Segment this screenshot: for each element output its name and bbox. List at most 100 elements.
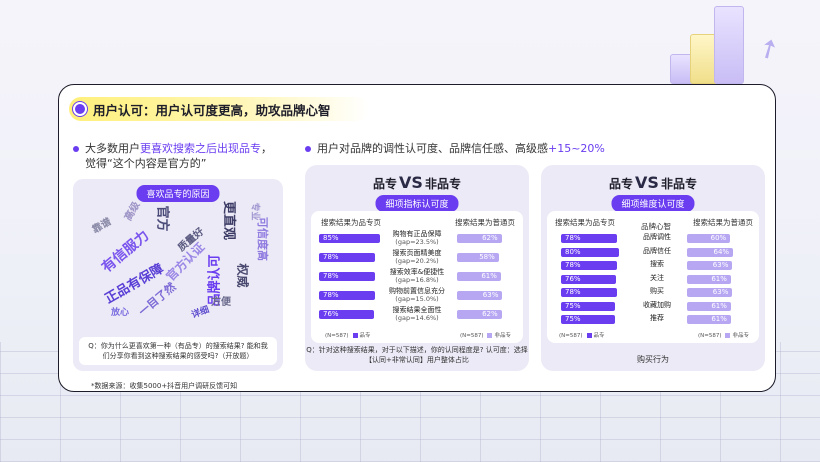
cloud-word: 权威 — [235, 263, 250, 288]
panel2-chart: 搜索结果为品专页 品牌心智 搜索结果为普通页 (N=587) 品专 (N=587)… — [547, 211, 759, 343]
cloud-question: Q：你为什么更喜欢第一种（有品专）的搜索结果? 能和我们分享你看到这种搜索结果的… — [79, 337, 277, 365]
legend-label: 非品专 — [494, 333, 511, 339]
comparison-panel-dimensions: 品专 VS 非品专 细项维度认可度 搜索结果为品专页 品牌心智 搜索结果为普通页 (… — [541, 165, 765, 371]
gap-label: (gap=14.6%) — [395, 314, 439, 322]
cloud-word: 方便 — [211, 297, 231, 308]
table-row: 75% 推荐 61% — [547, 312, 759, 327]
panel1-title: 品专 VS 非品专 — [305, 173, 529, 192]
normal-bar: 61% — [687, 274, 731, 284]
legend-n: (N=587) — [559, 333, 583, 339]
row-label: 关注 — [650, 273, 664, 282]
normal-bar: 60% — [687, 234, 731, 243]
legend-n: (N=587) — [459, 333, 484, 339]
row-label: 购物前置信息充分 (gap=15.0%) — [381, 287, 453, 303]
row-label: 品牌调性 — [643, 233, 671, 241]
right-bullet-highlight: +15~20% — [548, 142, 605, 155]
table-row: 78% 搜索页面精美度 (gap=20.2%) 58% — [311, 249, 523, 265]
section-heading: 用户认可：用户认可度更高，助攻品牌心智 — [69, 97, 369, 121]
row-label: 购买 — [650, 287, 664, 295]
brand-bar: 78% — [319, 253, 376, 262]
panel2-bottom-label: 购买行为 — [637, 355, 669, 364]
heading-text: 用户认可：用户认可度更高，助攻品牌心智 — [93, 102, 331, 118]
normal-bar: 61% — [687, 315, 731, 324]
word-cloud-panel: 喜欢品专的原因 有信服力 官方 正品有保障 官方认证 更直观 品牌认可 靠谱 一目了然 权威 高级… — [73, 179, 283, 371]
brand-bar: 80% — [561, 247, 619, 257]
normal-bar: 62% — [457, 234, 502, 243]
panel1-title-right: 非品专 — [424, 177, 461, 191]
row-label: 搜索 — [650, 260, 664, 268]
brand-bar: 78% — [561, 288, 618, 297]
legend-label: 品专 — [593, 333, 605, 339]
row-label: 搜索页面精美度 (gap=20.2%) — [381, 249, 453, 265]
normal-bar: 63% — [687, 261, 733, 270]
normal-bar: 61% — [687, 301, 731, 311]
brand-bar: 78% — [319, 272, 376, 281]
brand-bar: 78% — [561, 261, 618, 270]
table-row: 78% 购物前置信息充分 (gap=15.0%) 63% — [311, 287, 523, 303]
table-row: 78% 搜索效率&便捷性 (gap=16.8%) 61% — [311, 268, 523, 284]
normal-bar: 58% — [457, 253, 499, 262]
panel2-col-right: 搜索结果为普通页 — [693, 218, 753, 227]
left-bullet-highlight: 更喜欢搜索之后出现品专 — [140, 142, 261, 155]
legend-n: (N=587) — [325, 333, 349, 339]
panel2-col-left: 搜索结果为品专页 — [555, 218, 615, 227]
panel1-legend-right: (N=587) 非品专 — [460, 331, 511, 339]
row-label: 收藏加购 — [643, 300, 671, 309]
legend-label: 品专 — [359, 333, 371, 339]
normal-bar: 61% — [457, 272, 501, 281]
right-bullet: 用户对品牌的调性认可度、品牌信任感、高级感+15~20% — [305, 141, 765, 156]
right-bullet-pre: 用户对品牌的调性认可度、品牌信任感、高级感 — [317, 142, 548, 155]
panel1-sub-pill: 细项指标认可度 — [375, 195, 459, 212]
left-bullet-post: ， — [261, 142, 272, 155]
brand-bar: 75% — [561, 301, 615, 311]
panel2-legend-left: (N=587) 品专 — [559, 331, 605, 339]
cloud-word: 专业 — [249, 202, 260, 221]
panel2-vs: VS — [635, 173, 659, 192]
word-cloud: 有信服力 官方 正品有保障 官方认证 更直观 品牌认可 靠谱 一目了然 权威 高级 方便 可信度高 质量… — [91, 200, 269, 321]
data-source-note: *数据来源：收集5000+抖音用户调研反馈可知 — [91, 382, 238, 390]
panel1-title-left: 品专 — [373, 177, 398, 191]
brand-bar: 76% — [561, 274, 616, 284]
gap-label: (gap=23.5%) — [395, 238, 439, 246]
cloud-word: 放心 — [111, 308, 130, 318]
table-row: 85% 购物有正品保障 (gap=23.5%) 62% — [311, 230, 523, 246]
panel1-col-right: 搜索结果为普通页 — [455, 218, 515, 227]
brand-bar: 85% — [319, 234, 381, 243]
row-label: 搜索效率&便捷性 (gap=16.8%) — [381, 268, 453, 284]
cloud-word: 更直观 — [221, 200, 237, 241]
row-label: 购物有正品保障 (gap=23.5%) — [381, 230, 453, 246]
brand-bar: 78% — [561, 234, 618, 243]
panel1-vs: VS — [399, 173, 423, 192]
cloud-word: 可信度高 — [256, 217, 269, 261]
brand-bar: 76% — [319, 310, 374, 319]
legend-swatch — [487, 333, 493, 338]
left-bullet: 大多数用户更喜欢搜索之后出现品专， 觉得“这个内容是官方的” — [73, 141, 283, 171]
legend-swatch — [725, 333, 731, 338]
normal-bar: 63% — [457, 291, 503, 300]
normal-bar: 64% — [687, 247, 734, 257]
row-label: 品牌信任 — [643, 246, 671, 255]
cloud-word: 高级 — [122, 200, 143, 223]
normal-bar: 62% — [457, 310, 502, 319]
panel2-title-right: 非品专 — [660, 177, 697, 191]
panel1-legend-left: (N=587) 品专 — [325, 331, 371, 339]
bar-chart-decoration: ➚ — [670, 4, 786, 84]
gap-label: (gap=15.0%) — [395, 295, 439, 303]
panel1-footnote: Q：针对这种搜索结果，对于以下描述，你的认同程度是? 认可度：选择【认同+非常认… — [306, 346, 528, 364]
panel2-title: 品专 VS 非品专 — [541, 173, 765, 192]
panel2-sub-pill: 细项维度认可度 — [611, 195, 695, 212]
left-bullet-pre: 大多数用户 — [85, 142, 140, 155]
panel1-chart: 搜索结果为品专页 搜索结果为普通页 (N=587) 品专 (N=587) 非品专 8… — [311, 211, 523, 343]
brand-bar: 75% — [561, 315, 615, 324]
cloud-word: 官方 — [154, 205, 170, 232]
gap-label: (gap=16.8%) — [395, 276, 439, 284]
panel2-title-left: 品专 — [609, 177, 634, 191]
comparison-panel-indicators: 品专 VS 非品专 细项指标认可度 搜索结果为品专页 搜索结果为普通页 (N=587… — [305, 165, 529, 371]
brand-bar: 78% — [319, 291, 376, 300]
content-card: 用户认可：用户认可度更高，助攻品牌心智 大多数用户更喜欢搜索之后出现品专， 觉得… — [58, 84, 776, 392]
bullet-dot-icon — [73, 146, 79, 152]
bullet-dot-icon — [305, 146, 311, 152]
legend-n: (N=587) — [697, 333, 722, 339]
heading-dot-icon — [73, 102, 87, 116]
cloud-word: 详细 — [190, 305, 211, 321]
